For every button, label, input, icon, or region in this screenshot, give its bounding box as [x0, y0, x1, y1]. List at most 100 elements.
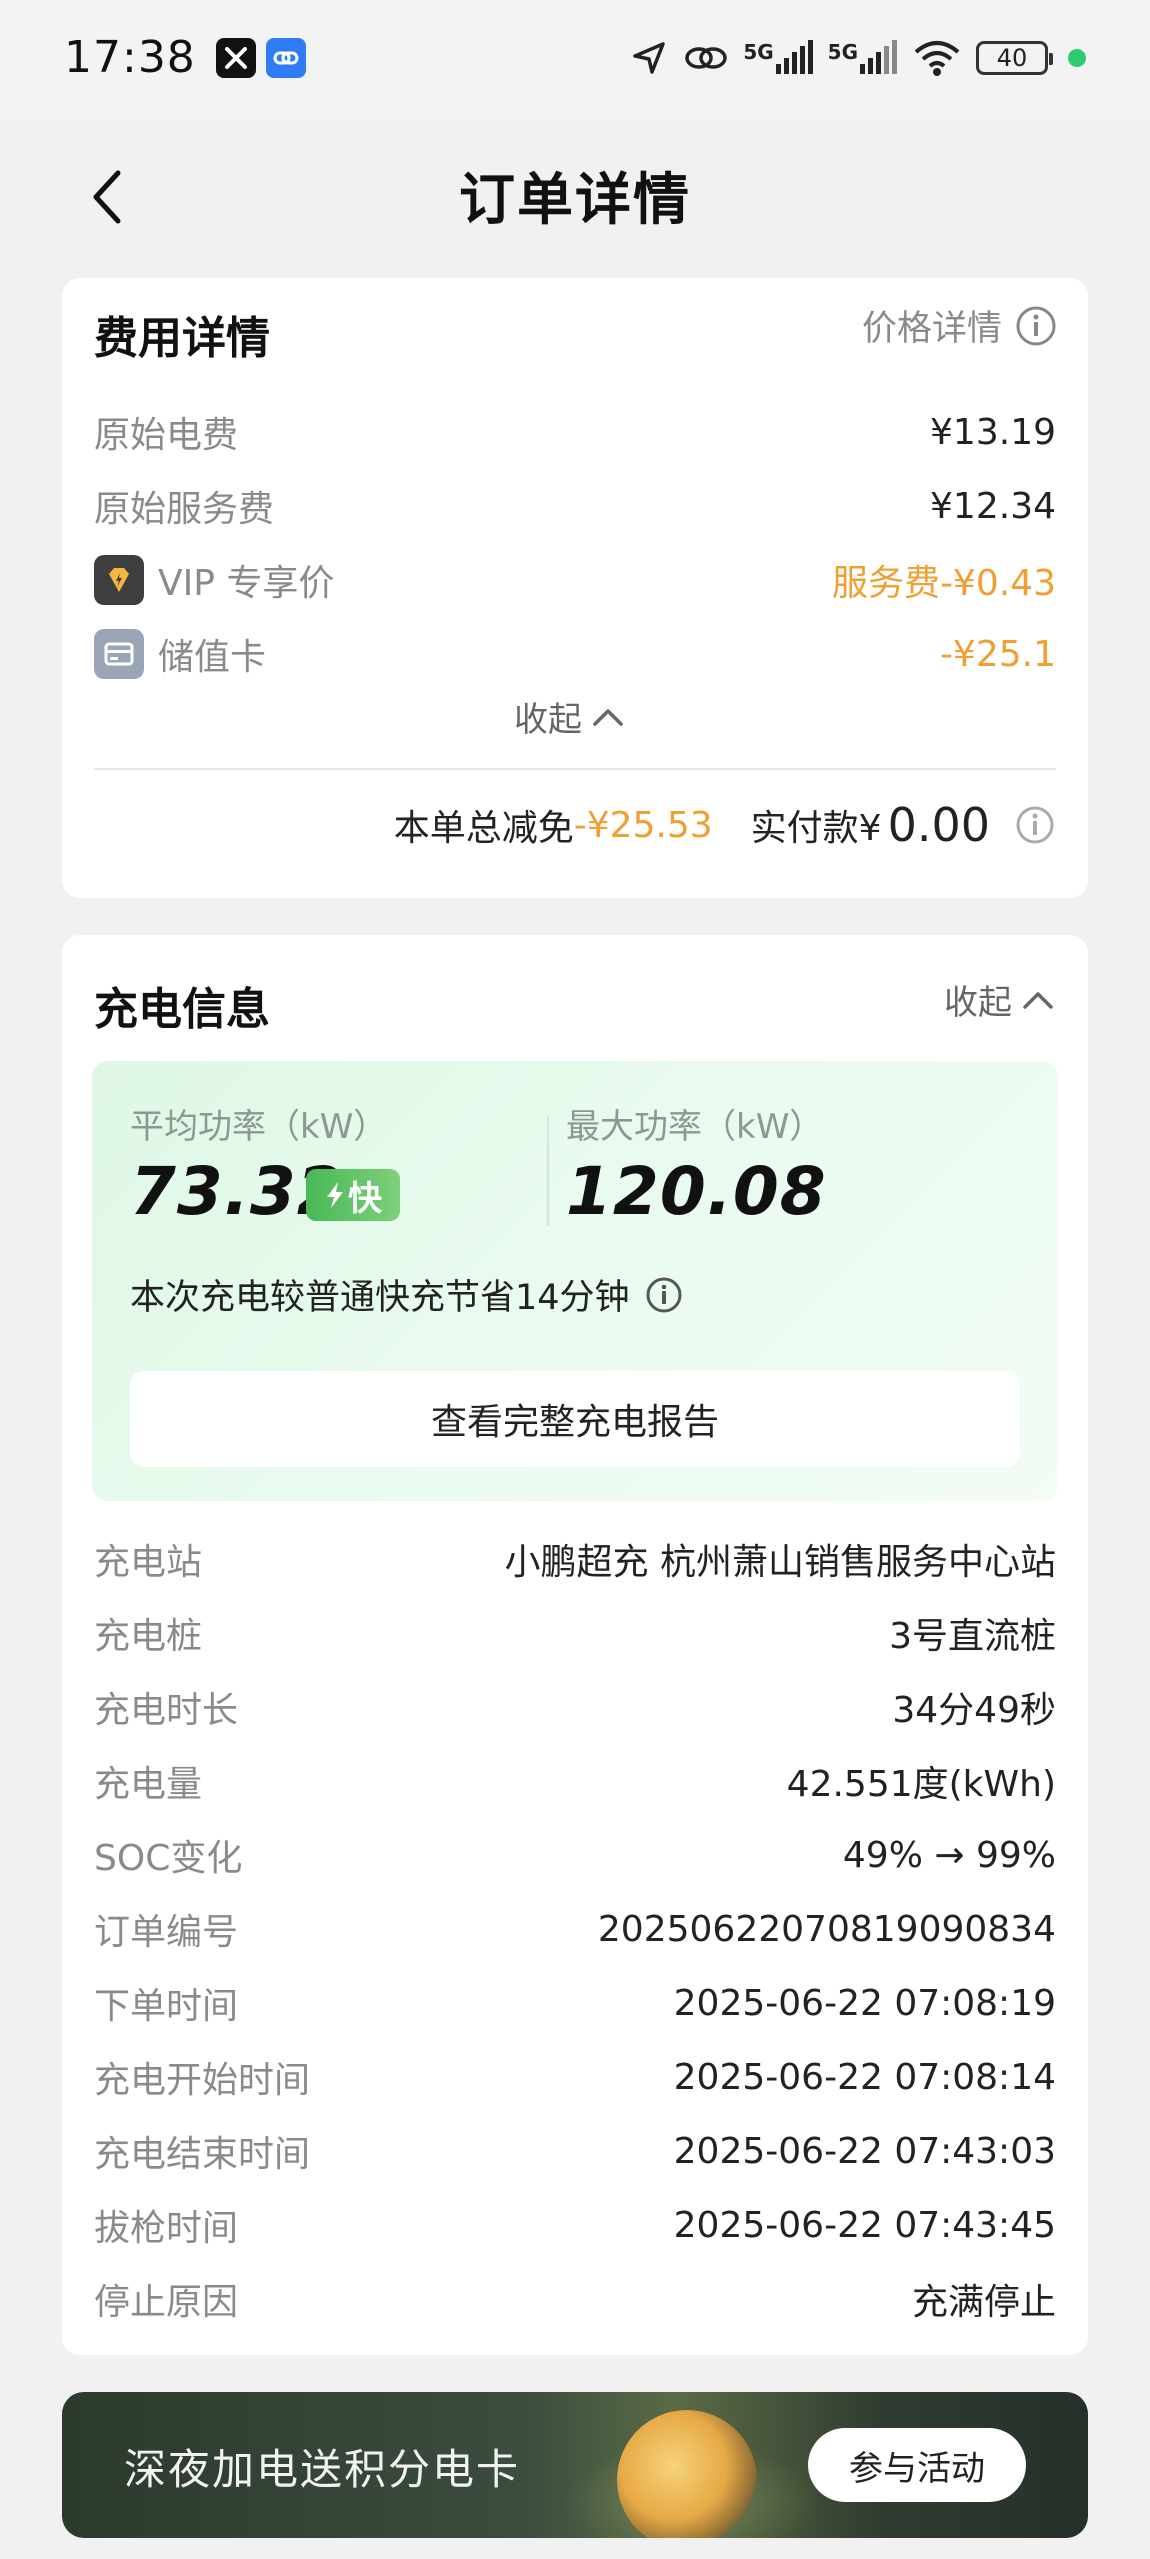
- status-bar: 17:38 5G 5G 40: [0, 0, 1150, 115]
- info-row-order-time: 下单时间 2025-06-22 07:08:19: [94, 1975, 1056, 2031]
- info-row-value: 3号直流桩: [889, 1616, 1056, 1657]
- fast-badge-label: 快: [348, 1178, 382, 1219]
- back-arrow-icon[interactable]: [88, 167, 128, 227]
- status-time: 17:38: [64, 32, 196, 83]
- full-report-button[interactable]: 查看完整充电报告: [130, 1371, 1020, 1467]
- fee-collapse-toggle[interactable]: 收起: [514, 692, 624, 741]
- fee-row-value: ¥13.19: [930, 411, 1056, 453]
- lightning-icon: [327, 1182, 343, 1208]
- moon-illustration: [617, 2410, 757, 2538]
- total-discount-value: -¥25.53: [573, 804, 713, 846]
- info-row-station: 充电站 小鹏超充 杭州萧山销售服务中心站: [94, 1531, 1056, 1587]
- battery-icon: 40: [976, 40, 1053, 75]
- fee-total-row: 本单总减免 -¥25.53 实付款¥ 0.00: [394, 798, 1056, 852]
- stored-value-card-icon: [94, 629, 144, 679]
- vip-label-text: VIP 专享价: [158, 563, 335, 604]
- info-row-value[interactable]: 20250622070819090834: [598, 1909, 1056, 1950]
- info-row-stop-reason: 停止原因 充满停止: [94, 2271, 1056, 2327]
- power-summary-panel: 平均功率（kW） 73.32 快 最大功率（kW） 120.08 本次充电较普通…: [92, 1061, 1058, 1501]
- info-row-value: 2025-06-22 07:43:03: [673, 2130, 1056, 2172]
- info-row-value: 小鹏超充 杭州萧山销售服务中心站: [504, 1542, 1056, 1583]
- charging-info-card: 充电信息 收起 平均功率（kW） 73.32 快 最大功率（kW） 120.08…: [62, 935, 1088, 2355]
- info-row-end-time: 充电结束时间 2025-06-22 07:43:03: [94, 2123, 1056, 2179]
- paid-label: 实付款¥: [750, 808, 882, 849]
- info-row-label: 充电结束时间: [94, 2134, 311, 2175]
- total-discount-label: 本单总减免: [393, 808, 574, 849]
- info-row-label: 充电桩: [94, 1616, 203, 1657]
- fee-row-label-card: 储值卡: [94, 628, 266, 680]
- fee-row-value: ¥12.34: [930, 485, 1056, 527]
- fee-row-electricity: 原始电费 ¥13.19: [94, 404, 1056, 460]
- chevron-up-icon: [1023, 991, 1053, 1009]
- signal-icon-1: 5G: [743, 39, 813, 76]
- signal-icon-2: 5G: [827, 39, 898, 76]
- info-row-label: 充电开始时间: [94, 2060, 311, 2101]
- info-row-pile: 充电桩 3号直流桩: [94, 1605, 1056, 1661]
- info-row-value: 49% → 99%: [842, 1834, 1056, 1876]
- fee-row-label: 原始服务费: [94, 489, 275, 530]
- charge-card-title: 充电信息: [94, 984, 270, 1035]
- info-row-value: 42.551度(kWh): [786, 1764, 1056, 1805]
- banner-text: 深夜加电送积分电卡: [124, 2445, 521, 2494]
- info-row-value: 2025-06-22 07:08:14: [673, 2056, 1056, 2098]
- info-row-label: 订单编号: [94, 1912, 239, 1953]
- chevron-up-icon: [593, 708, 623, 726]
- fast-charge-badge: 快: [306, 1169, 400, 1221]
- fee-details-card: 费用详情 价格详情 原始电费 ¥13.19 原始服务费 ¥12.34 VIP 专…: [62, 278, 1088, 898]
- info-row-order-number: 订单编号 20250622070819090834: [94, 1901, 1056, 1957]
- info-row-value: 充满停止: [911, 2282, 1056, 2323]
- info-row-soc: SOC变化 49% → 99%: [94, 1827, 1056, 1883]
- fee-row-label: 原始电费: [94, 415, 239, 456]
- divider: [94, 768, 1056, 770]
- fee-row-label-vip: VIP 专享价: [94, 554, 334, 606]
- info-icon[interactable]: [644, 1275, 684, 1315]
- signal-label-1: 5G: [743, 39, 774, 64]
- info-row-value: 34分49秒: [892, 1690, 1056, 1731]
- charge-collapse-toggle[interactable]: 收起: [944, 975, 1054, 1024]
- vip-diamond-icon: [94, 555, 144, 605]
- price-detail-label: 价格详情: [861, 309, 1002, 349]
- fee-card-title: 费用详情: [94, 313, 270, 364]
- stored-card-label-text: 储值卡: [158, 637, 267, 678]
- max-power-value: 120.08: [566, 1153, 827, 1230]
- avg-power-label: 平均功率（kW）: [130, 1107, 388, 1147]
- x-app-icon: [215, 37, 256, 78]
- info-row-value: 2025-06-22 07:08:19: [673, 1982, 1056, 2024]
- wifi-icon: [914, 40, 960, 76]
- price-detail-link[interactable]: 价格详情: [862, 300, 1058, 351]
- privacy-indicator-dot: [1068, 48, 1086, 67]
- fee-row-stored-card: 储值卡 -¥25.1: [94, 626, 1056, 682]
- collapse-label: 收起: [944, 983, 1012, 1023]
- page-title: 订单详情: [459, 167, 691, 233]
- info-icon[interactable]: [1014, 804, 1056, 846]
- location-icon: [633, 41, 666, 74]
- fee-row-service: 原始服务费 ¥12.34: [94, 478, 1056, 534]
- fee-row-value: -¥25.1: [939, 633, 1056, 675]
- link-app-icon: [265, 37, 306, 78]
- info-row-label: 充电站: [94, 1542, 203, 1583]
- hotspot-link-icon: [685, 46, 728, 69]
- fee-row-value: 服务费-¥0.43: [831, 563, 1056, 604]
- signal-label-2: 5G: [827, 39, 858, 64]
- info-icon: [1016, 306, 1056, 345]
- info-row-energy: 充电量 42.551度(kWh): [94, 1753, 1056, 1809]
- power-divider: [547, 1116, 549, 1226]
- time-saved-text: 本次充电较普通快充节省14分钟: [130, 1278, 630, 1318]
- promo-banner[interactable]: 深夜加电送积分电卡 参与活动: [62, 2392, 1088, 2538]
- info-row-value: 2025-06-22 07:43:45: [673, 2204, 1056, 2246]
- info-row-start-time: 充电开始时间 2025-06-22 07:08:14: [94, 2049, 1056, 2105]
- page-header: 订单详情: [0, 115, 1150, 275]
- max-power-label: 最大功率（kW）: [566, 1107, 824, 1147]
- info-row-label: 充电量: [94, 1764, 203, 1805]
- info-row-unplug-time: 拔枪时间 2025-06-22 07:43:45: [94, 2197, 1056, 2253]
- fee-row-vip: VIP 专享价 服务费-¥0.43: [94, 552, 1056, 608]
- join-event-button[interactable]: 参与活动: [808, 2428, 1026, 2502]
- info-row-label: SOC变化: [94, 1838, 243, 1879]
- time-saved-note: 本次充电较普通快充节省14分钟: [130, 1269, 684, 1320]
- info-row-label: 拔枪时间: [94, 2208, 239, 2249]
- info-row-duration: 充电时长 34分49秒: [94, 1679, 1056, 1735]
- info-row-label: 停止原因: [94, 2282, 239, 2323]
- status-indicators: 5G 5G 40: [629, 38, 1086, 78]
- paid-amount: 0.00: [887, 798, 990, 852]
- info-row-label: 下单时间: [94, 1986, 239, 2027]
